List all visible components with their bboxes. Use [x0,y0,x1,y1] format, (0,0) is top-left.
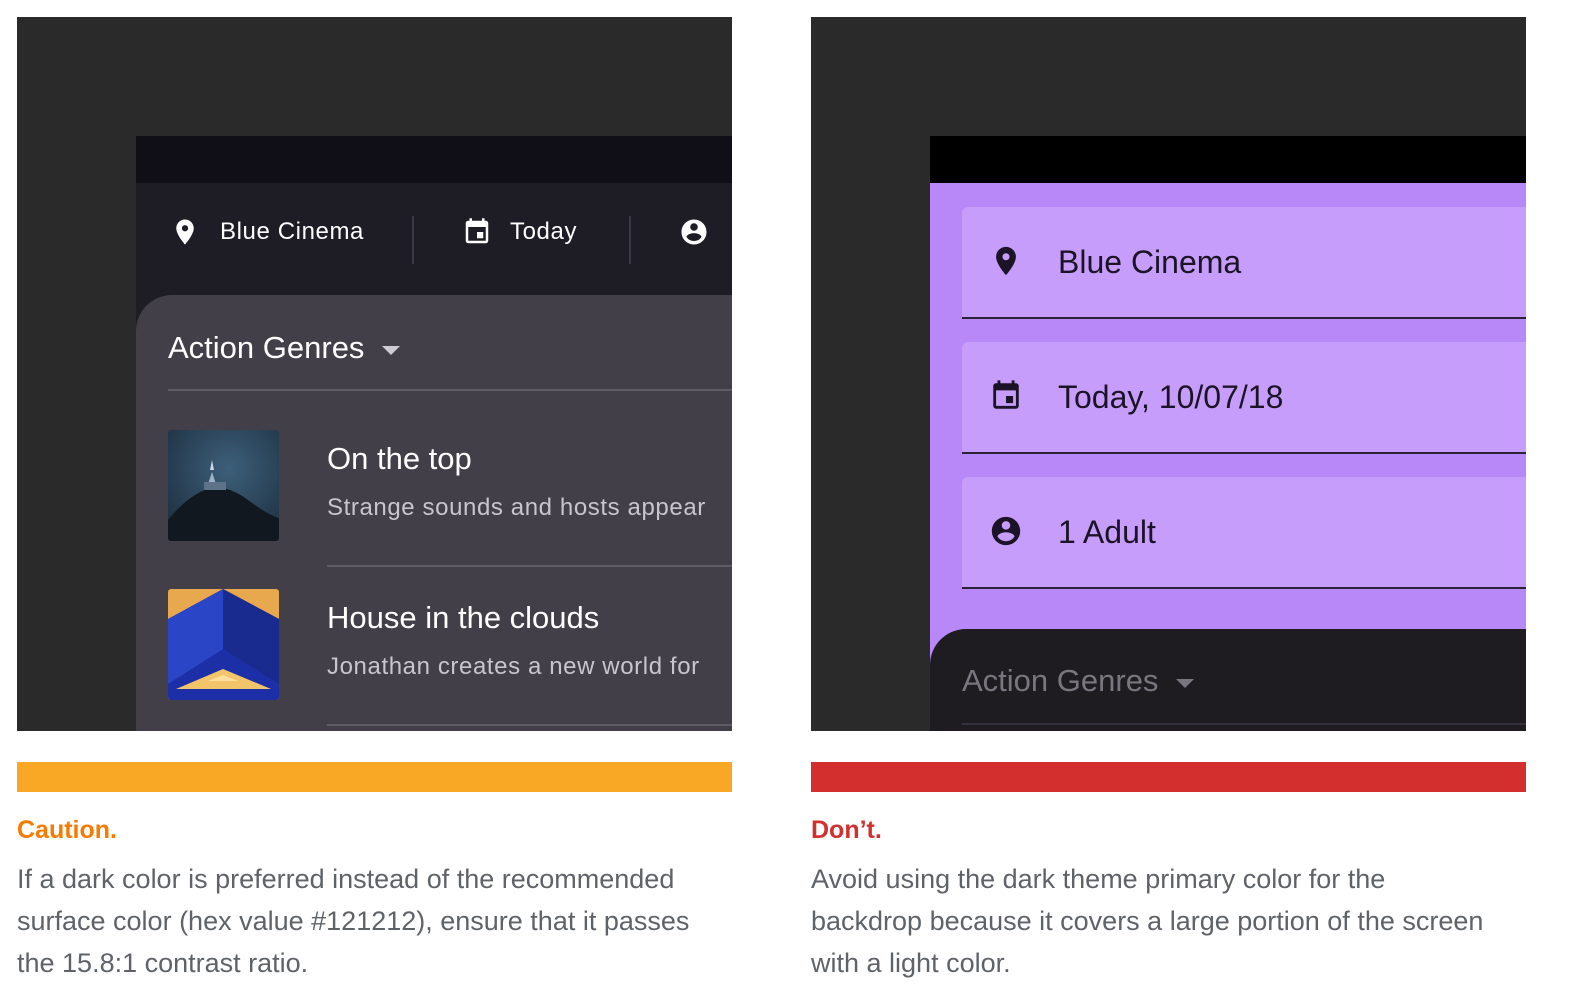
list-divider [327,724,732,726]
location-pin-icon [996,246,1016,276]
dont-text-line: backdrop because it covers a large porti… [811,906,1484,936]
movie-description: Jonathan creates a new world for [327,653,700,680]
caution-heading: Caution. [17,816,117,844]
movie-thumbnail-on-the-top[interactable] [168,430,279,541]
location-pin-icon [176,219,194,245]
location-value: Blue Cinema [1058,244,1242,280]
dropdown-arrow-icon [382,345,401,355]
list-divider [327,565,732,567]
caution-text: If a dark color is preferred instead of … [17,858,737,984]
dont-example-panel: Blue Cinema Today, 10/07/18 1 Adult Acti… [811,17,1526,731]
caution-bar [17,762,732,792]
dark-backdrop-app: Blue Cinema Today Action Genres On the t… [136,136,732,731]
dropdown-arrow-icon [1176,678,1195,688]
dont-text-line: with a light color. [811,948,1011,978]
genre-label: Action Genres [962,663,1159,698]
location-field[interactable]: Blue Cinema [962,207,1526,319]
date-value: Today, 10/07/18 [1058,379,1284,415]
calendar-icon [993,380,1019,409]
caution-text-line: the 15.8:1 contrast ratio. [17,948,309,978]
caution-text-line: If a dark color is preferred instead of … [17,864,675,894]
dont-text: Avoid using the dark theme primary color… [811,858,1531,984]
status-bar [136,136,732,183]
caution-text-line: surface color (hex value #121212), ensur… [17,906,690,936]
front-layer-sheet: Action Genres [136,295,732,731]
movie-thumbnail-house-in-the-clouds[interactable] [168,589,279,700]
people-value: 1 Adult [1058,514,1156,550]
account-circle-icon [991,516,1021,546]
location-label: Blue Cinema [220,218,365,245]
status-bar [930,136,1526,183]
genre-label: Action Genres [168,330,365,365]
account-circle-icon [681,219,707,245]
movie-description: Strange sounds and hosts appear [327,494,706,521]
calendar-icon [465,218,489,244]
account-chip[interactable] [679,217,709,247]
people-field[interactable]: 1 Adult [962,477,1526,589]
dont-bar [811,762,1526,792]
date-field[interactable]: Today, 10/07/18 [962,342,1526,454]
chip-divider [629,216,631,264]
purple-backdrop-app: Blue Cinema Today, 10/07/18 1 Adult Acti… [930,136,1526,731]
genre-dropdown[interactable]: Action Genres [168,330,401,366]
date-label: Today [510,218,578,245]
movie-title: House in the clouds [327,600,600,635]
genre-underline [962,723,1526,725]
caution-example-panel: Blue Cinema Today Action Genres On the t… [17,17,732,731]
location-chip[interactable]: Blue Cinema [170,217,364,247]
dont-heading: Don’t. [811,816,882,844]
movie-title: On the top [327,441,472,476]
front-layer-sheet: Action Genres [930,629,1526,731]
genre-underline [168,389,732,391]
date-chip[interactable]: Today [462,217,577,247]
dont-text-line: Avoid using the dark theme primary color… [811,864,1386,894]
chip-divider [412,216,414,264]
genre-dropdown[interactable]: Action Genres [962,663,1195,699]
